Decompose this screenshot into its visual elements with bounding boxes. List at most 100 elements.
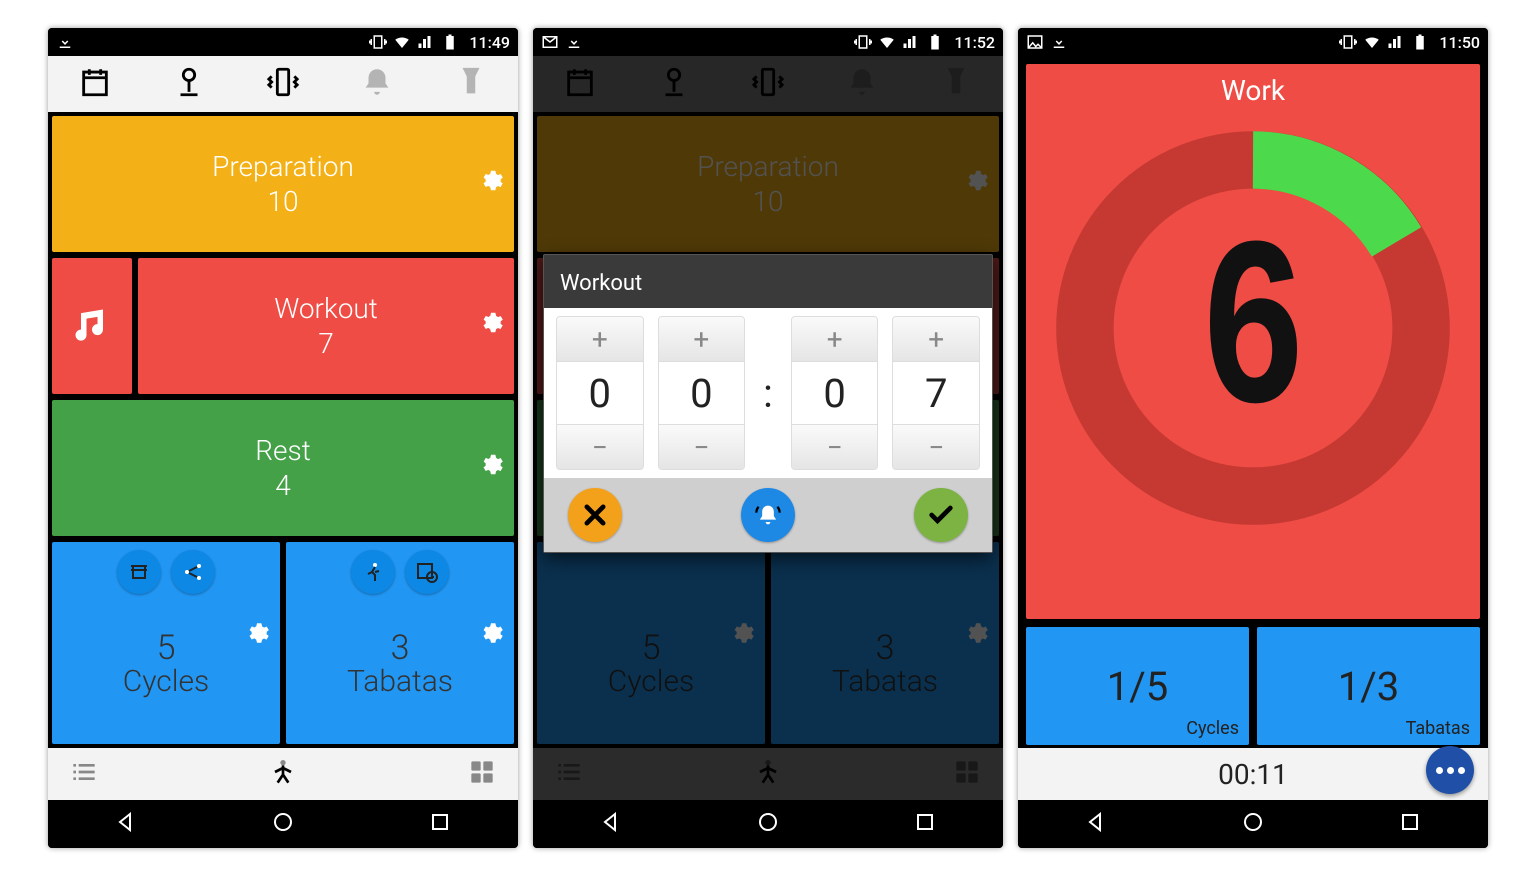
timer-phase-label: Work: [1221, 74, 1285, 107]
elapsed-time: 00:11: [1218, 758, 1288, 791]
spinner-minus-button[interactable]: −: [557, 424, 643, 469]
workout-label: Workout: [274, 292, 378, 325]
tab-bell[interactable]: [360, 65, 394, 103]
wifi-icon: [1363, 33, 1381, 51]
android-nav-bar: [533, 800, 1003, 848]
block-rest[interactable]: Rest 4: [52, 400, 514, 536]
list-button[interactable]: [68, 756, 100, 792]
status-bar: 11:52: [533, 28, 1003, 56]
android-nav-bar: [1018, 800, 1488, 848]
status-bar: 11:49: [48, 28, 518, 56]
dialog-title: Workout: [544, 255, 992, 308]
download-icon: [565, 33, 583, 51]
tabatas-label: Tabatas: [347, 664, 453, 699]
android-nav-bar: [48, 800, 518, 848]
elapsed-bar: 00:11: [1018, 748, 1488, 800]
status-time: 11:50: [1439, 33, 1480, 52]
nav-back-button[interactable]: [114, 810, 138, 838]
spinner-plus-button[interactable]: +: [659, 317, 745, 362]
tabatas-value: 3: [391, 628, 410, 668]
spinner-plus-button[interactable]: +: [557, 317, 643, 362]
phone-screen-2: 11:52 Preparation 10: [533, 28, 1003, 848]
tab-flashlight[interactable]: [454, 65, 488, 103]
tab-scale[interactable]: [172, 65, 206, 103]
spinner-seconds-ones: + 7 −: [892, 316, 980, 470]
cycles-label: Cycles: [123, 664, 209, 699]
download-icon: [1050, 33, 1068, 51]
rest-value: 4: [275, 469, 291, 502]
cycles-clapper-button[interactable]: [117, 550, 161, 594]
timer-card[interactable]: Work 6: [1026, 64, 1480, 619]
tabatas-settings-button[interactable]: [478, 620, 504, 653]
nav-recent-button[interactable]: [913, 810, 937, 838]
time-separator: :: [759, 370, 777, 417]
top-toolbar: [48, 56, 518, 112]
wifi-icon: [393, 33, 411, 51]
preparation-value: 10: [267, 185, 298, 218]
more-fab-button[interactable]: [1426, 746, 1474, 794]
tabatas-counter-block[interactable]: 1/3 Tabatas: [1257, 627, 1480, 745]
download-icon: [56, 33, 74, 51]
tabatas-counter-value: 1/3: [1338, 663, 1399, 710]
nav-back-button[interactable]: [1084, 810, 1108, 838]
vibrate-icon: [854, 33, 872, 51]
workout-time-dialog: Workout + 0 − + 0 − : + 0: [543, 254, 993, 553]
tabatas-run-button[interactable]: [351, 550, 395, 594]
wifi-icon: [878, 33, 896, 51]
tabatas-counter-label: Tabatas: [1406, 718, 1470, 739]
battery-icon: [1411, 33, 1429, 51]
gmail-icon: [541, 33, 559, 51]
cycles-settings-button[interactable]: [244, 620, 270, 653]
nav-home-button[interactable]: [1241, 810, 1265, 838]
spinner-minutes-tens: + 0 −: [556, 316, 644, 470]
music-button[interactable]: [52, 258, 132, 394]
cycles-counter-value: 1/5: [1107, 663, 1168, 710]
spinner-value: 0: [792, 362, 878, 424]
spinner-minus-button[interactable]: −: [792, 424, 878, 469]
status-time: 11:52: [954, 33, 995, 52]
spinner-seconds-tens: + 0 −: [791, 316, 879, 470]
cycles-counter-block[interactable]: 1/5 Cycles: [1026, 627, 1249, 745]
block-workout[interactable]: Workout 7: [138, 258, 514, 394]
workout-value: 7: [318, 327, 334, 360]
block-preparation[interactable]: Preparation 10: [52, 116, 514, 252]
spinner-minutes-ones: + 0 −: [658, 316, 746, 470]
status-bar: 11:50: [1018, 28, 1488, 56]
spinner-value: 0: [659, 362, 745, 424]
nav-home-button[interactable]: [756, 810, 780, 838]
grid-button[interactable]: [466, 756, 498, 792]
preparation-settings-button[interactable]: [478, 168, 504, 201]
nav-home-button[interactable]: [271, 810, 295, 838]
vibrate-icon: [369, 33, 387, 51]
dialog-cancel-button[interactable]: [568, 488, 622, 542]
countdown-digit: 6: [1099, 133, 1407, 543]
tab-calendar[interactable]: [78, 65, 112, 103]
spinner-plus-button[interactable]: +: [893, 317, 979, 362]
spinner-plus-button[interactable]: +: [792, 317, 878, 362]
workout-settings-button[interactable]: [478, 310, 504, 343]
tab-vibrate[interactable]: [266, 65, 300, 103]
cycles-share-button[interactable]: [171, 550, 215, 594]
rest-label: Rest: [255, 434, 310, 467]
workout-mode-button[interactable]: [267, 756, 299, 792]
nav-back-button[interactable]: [599, 810, 623, 838]
status-time: 11:49: [469, 33, 510, 52]
preparation-label: Preparation: [212, 150, 354, 183]
image-icon: [1026, 33, 1044, 51]
tabatas-schedule-button[interactable]: [405, 550, 449, 594]
spinner-value: 7: [893, 362, 979, 424]
dialog-sound-button[interactable]: [741, 488, 795, 542]
nav-recent-button[interactable]: [428, 810, 452, 838]
signal-icon: [417, 33, 435, 51]
block-cycles[interactable]: 5 Cycles: [52, 542, 280, 744]
cycles-value: 5: [157, 628, 176, 668]
signal-icon: [1387, 33, 1405, 51]
bottom-toolbar: [48, 748, 518, 800]
block-tabatas[interactable]: 3 Tabatas: [286, 542, 514, 744]
spinner-minus-button[interactable]: −: [893, 424, 979, 469]
nav-recent-button[interactable]: [1398, 810, 1422, 838]
rest-settings-button[interactable]: [478, 452, 504, 485]
vibrate-icon: [1339, 33, 1357, 51]
spinner-minus-button[interactable]: −: [659, 424, 745, 469]
dialog-confirm-button[interactable]: [914, 488, 968, 542]
